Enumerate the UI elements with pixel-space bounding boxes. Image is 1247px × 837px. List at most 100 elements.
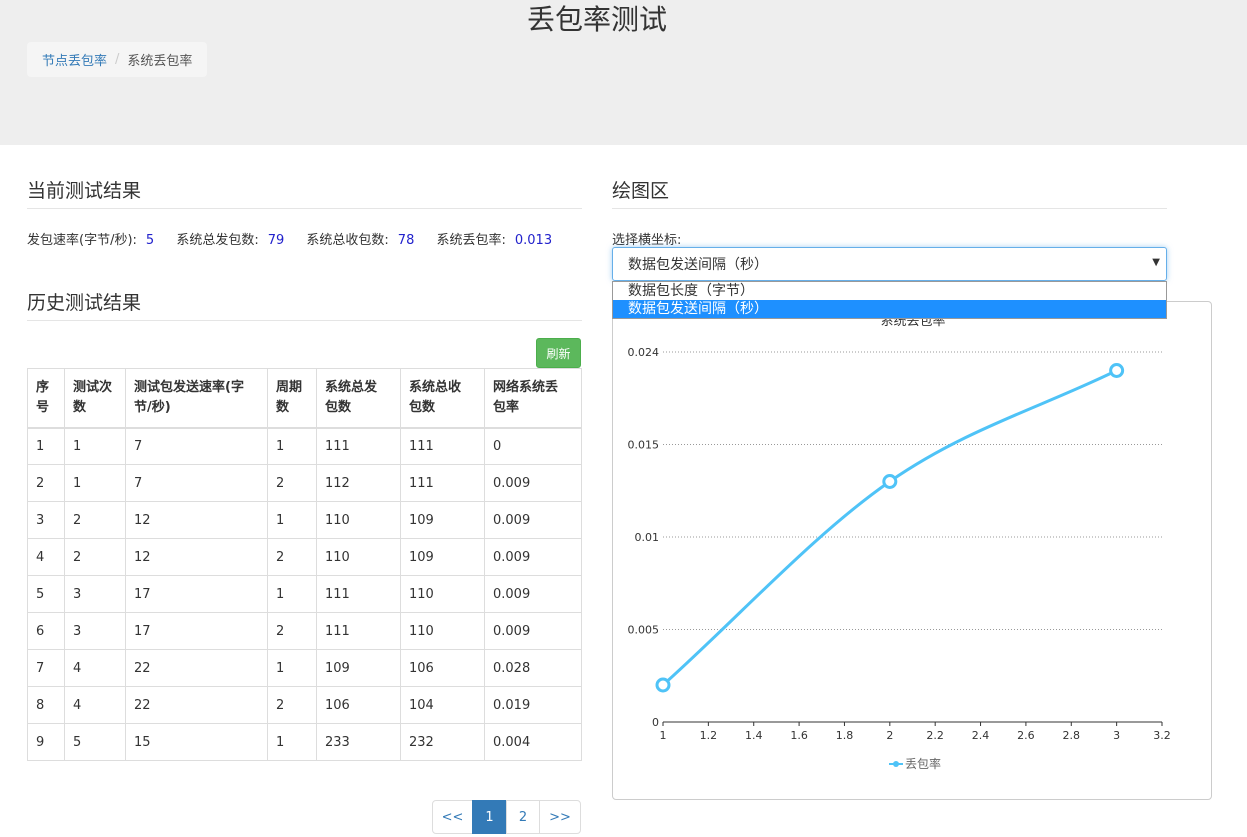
table-cell: 0.019 [484, 686, 582, 724]
table-cell: 0 [484, 427, 582, 465]
table-cell: 12 [125, 538, 268, 576]
column-header-line: 测试包发送速率(字 [134, 379, 244, 395]
x-axis-select-label: 选择横坐标: [612, 233, 682, 248]
rate-value: 5 [145, 233, 155, 248]
table-cell: 2 [27, 464, 65, 502]
table-cell: 233 [316, 723, 401, 761]
column-header-test-count: 测试次数 [64, 368, 126, 429]
legend-label: 丢包率 [905, 756, 941, 771]
table-row: 2 1 7 2 112 111 0.009 [27, 464, 582, 502]
table-cell: 110 [316, 501, 401, 539]
table-row: 8 4 22 2 106 104 0.019 [27, 686, 582, 724]
pagination: << 1 2 >> [432, 800, 581, 834]
table-cell: 1 [64, 427, 126, 465]
pagination-prev[interactable]: << [432, 800, 473, 834]
page-title: 丢包率测试 [526, 3, 667, 36]
recv-value: 78 [397, 233, 415, 248]
draw-area-heading: 绘图区 [612, 176, 1167, 209]
table-cell: 22 [125, 686, 268, 724]
table-row: 3 2 12 1 110 109 0.009 [27, 501, 582, 539]
table-cell: 111 [400, 427, 485, 465]
table-cell: 0.004 [484, 723, 582, 761]
table-cell: 3 [64, 612, 126, 650]
pagination-page-2[interactable]: 2 [506, 800, 540, 834]
chart-container: 系统丢包率 0 0.005 0.01 0.015 0.024 1 1.2 1.4 1.6 1.8 2 2… [612, 301, 1212, 800]
table-cell: 232 [400, 723, 485, 761]
breadcrumb-link-node-loss[interactable]: 节点丢包率 [42, 50, 107, 69]
table-cell: 1 [267, 427, 317, 465]
x-tick-label: 1.6 [790, 729, 808, 742]
dropdown-option-packet-length[interactable]: 数据包长度（字节） [613, 282, 1166, 300]
column-header-cycles: 周期数 [267, 368, 317, 429]
current-results-heading: 当前测试结果 [27, 176, 582, 209]
column-header-line: 周期 [276, 379, 303, 395]
table-cell: 0.009 [484, 612, 582, 650]
pagination-page-1[interactable]: 1 [472, 800, 507, 834]
data-point [1109, 363, 1125, 378]
table-row: 7 4 22 1 109 106 0.028 [27, 649, 582, 687]
column-header-line: 网络系统丢 [493, 379, 559, 395]
table-cell: 7 [125, 464, 268, 502]
pagination-next[interactable]: >> [539, 800, 581, 834]
x-axis-select[interactable]: 数据包发送间隔（秒） ▼ [612, 247, 1167, 281]
table-cell: 1 [267, 501, 317, 539]
table-cell: 1 [27, 427, 65, 465]
table-cell: 0.028 [484, 649, 582, 687]
table-cell: 17 [125, 612, 268, 650]
y-tick-label: 0.024 [628, 346, 660, 359]
breadcrumb-separator: / [115, 52, 120, 67]
x-tick-label: 2.8 [1063, 729, 1081, 742]
loss-label: 系统丢包率: [436, 233, 506, 248]
history-table-body: 1 1 7 1 111 111 0 2 1 7 2 112 111 0.009 3 2 12 1 110 109 0.0… [27, 427, 582, 761]
table-cell: 1 [267, 649, 317, 687]
history-results-heading: 历史测试结果 [27, 288, 582, 321]
x-tick-label: 1.2 [700, 729, 718, 742]
column-header-line: 序 [36, 379, 50, 395]
table-cell: 2 [267, 538, 317, 576]
table-cell: 6 [27, 612, 65, 650]
x-tick-label: 2.4 [972, 729, 990, 742]
table-cell: 112 [316, 464, 401, 502]
breadcrumb-current: 系统丢包率 [127, 54, 193, 69]
table-cell: 1 [267, 575, 317, 613]
sent-label: 系统总发包数: [176, 233, 259, 248]
table-row: 9 5 15 1 233 232 0.004 [27, 723, 582, 761]
y-tick-label: 0.01 [635, 531, 660, 544]
table-cell: 2 [64, 538, 126, 576]
series-line-loss-rate [661, 369, 1118, 687]
table-cell: 110 [316, 538, 401, 576]
column-header-line: 测试次 [73, 379, 113, 395]
table-cell: 3 [27, 501, 65, 539]
table-cell: 0.009 [484, 464, 582, 502]
table-cell: 8 [27, 686, 65, 724]
table-cell: 1 [267, 723, 317, 761]
table-row: 1 1 7 1 111 111 0 [27, 427, 582, 465]
table-cell: 12 [125, 501, 268, 539]
table-cell: 111 [400, 464, 485, 502]
x-axis-select-value: 数据包发送间隔（秒） [628, 257, 768, 273]
table-cell: 110 [400, 575, 485, 613]
table-cell: 7 [27, 649, 65, 687]
table-cell: 9 [27, 723, 65, 761]
column-header-line: 数 [276, 399, 290, 415]
column-header-total-received: 系统总收 包数 [400, 368, 485, 429]
table-cell: 4 [64, 649, 126, 687]
table-cell: 109 [400, 501, 485, 539]
column-header-send-rate: 测试包发送速率(字 节/秒) [125, 368, 268, 429]
column-header-index: 序号 [27, 368, 65, 429]
table-cell: 2 [64, 501, 126, 539]
table-cell: 22 [125, 649, 268, 687]
table-header-row: 序号 测试次数 测试包发送速率(字 节/秒) 周期数 系统总发 包数 系统总收 包数 … [27, 368, 582, 429]
recv-label: 系统总收包数: [306, 233, 389, 248]
data-point [882, 474, 898, 489]
column-header-line: 数 [73, 399, 87, 415]
x-tick-label: 3.2 [1153, 729, 1171, 742]
x-tick-label: 1.4 [745, 729, 763, 742]
table-cell: 109 [400, 538, 485, 576]
dropdown-option-send-interval[interactable]: 数据包发送间隔（秒） [613, 300, 1166, 318]
legend-marker [893, 761, 899, 767]
refresh-button[interactable]: 刷新 [536, 338, 581, 368]
table-cell: 7 [125, 427, 268, 465]
table-row: 4 2 12 2 110 109 0.009 [27, 538, 582, 576]
sent-value: 79 [267, 233, 285, 248]
